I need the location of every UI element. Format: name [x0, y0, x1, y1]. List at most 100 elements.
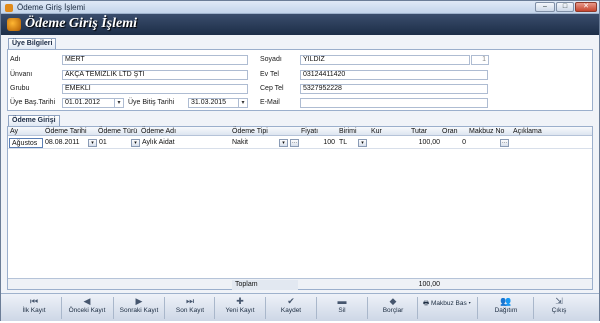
month-cell[interactable]: Ağustos	[9, 138, 43, 148]
form-title: Ödeme Giriş İşlemi	[25, 16, 137, 31]
next-icon: ▶	[135, 296, 143, 306]
name-label: Adı	[10, 56, 21, 63]
people-icon: 👥	[500, 296, 512, 306]
title-label: Ünvanı	[10, 71, 33, 78]
checkmark-icon: ✔	[287, 296, 295, 306]
last-record-button[interactable]: ⏭ Son Kayıt	[165, 296, 215, 320]
delete-label: Sil	[338, 307, 346, 314]
chevron-down-icon[interactable]: ▾	[88, 139, 97, 147]
price-cell[interactable]: 100	[301, 138, 335, 148]
ellipsis-icon[interactable]: ···	[500, 139, 509, 147]
col-unit[interactable]: Birimi	[339, 128, 357, 135]
ellipsis-icon[interactable]: ···	[290, 139, 299, 147]
previous-icon: ◀	[83, 296, 91, 306]
col-payment-type[interactable]: Ödeme Türü	[98, 128, 137, 135]
previous-record-label: Önceki Kayıt	[68, 307, 106, 314]
email-label: E-Mail	[260, 99, 280, 106]
mobile-phone-field[interactable]: 5327952228	[300, 84, 488, 94]
ratio-cell[interactable]: 0	[442, 138, 466, 148]
next-record-label: Sonraki Kayıt	[119, 307, 159, 314]
chevron-down-icon: ▾	[466, 300, 471, 307]
payment-type-cell[interactable]: 01	[99, 138, 129, 148]
delete-button[interactable]: ▬ Sil	[317, 296, 367, 320]
mobile-phone-label: Cep Tel	[260, 85, 284, 92]
application-window: Ödeme Giriş İşlemi – □ ✕ Ödeme Giriş İşl…	[0, 0, 600, 321]
form-header: Ödeme Giriş İşlemi	[1, 14, 599, 35]
first-record-button[interactable]: ⏮ İlk Kayıt	[9, 296, 59, 320]
distribution-button[interactable]: 👥 Dağıtım	[481, 296, 531, 320]
chevron-down-icon[interactable]: ▾	[358, 139, 367, 147]
end-date-field[interactable]: 31.03.2015 ▾	[188, 98, 248, 108]
member-info-panel: Adı MERT Soyadı YILDIZ 1 Ünvanı AKÇA TEM…	[7, 49, 593, 111]
print-receipt-button[interactable]: 🖶 Makbuz Bas ▾	[418, 299, 476, 323]
total-amount: 100,00	[418, 281, 440, 288]
amount-cell[interactable]: 100,00	[408, 138, 440, 148]
print-receipt-label: 🖶 Makbuz Bas ▾	[418, 299, 476, 310]
maximize-button[interactable]: □	[556, 2, 574, 12]
name-field[interactable]: MERT	[62, 55, 248, 65]
col-ratio[interactable]: Oran	[442, 128, 458, 135]
email-field[interactable]	[300, 98, 488, 108]
group-label: Grubu	[10, 85, 30, 92]
debts-button[interactable]: ◆ Borçlar	[368, 296, 418, 320]
col-payment-name[interactable]: Ödeme Adı	[141, 128, 176, 135]
unit-cell[interactable]: TL	[339, 138, 357, 148]
chevron-down-icon[interactable]: ▾	[279, 139, 288, 147]
minus-icon: ▬	[337, 296, 347, 306]
app-icon	[5, 4, 13, 12]
first-record-label: İlk Kayıt	[22, 307, 46, 314]
payment-method-cell[interactable]: Nakit	[232, 138, 278, 148]
group-field[interactable]: EMEKLİ	[62, 84, 248, 94]
distribution-label: Dağıtım	[494, 307, 518, 314]
tab-payment-entry[interactable]: Ödeme Girişi	[8, 115, 60, 126]
grid-footer: Toplam 100,00	[8, 278, 592, 290]
chevron-down-icon[interactable]: ▾	[131, 139, 140, 147]
tab-member-info[interactable]: Üye Bilgileri	[8, 38, 57, 49]
minimize-button[interactable]: –	[535, 2, 555, 12]
col-payment-method[interactable]: Ödeme Tipi	[232, 128, 268, 135]
next-record-button[interactable]: ▶ Sonraki Kayıt	[114, 296, 164, 320]
exit-button[interactable]: ⇲ Çıkış	[534, 296, 584, 320]
previous-record-button[interactable]: ◀ Önceki Kayıt	[62, 296, 112, 320]
table-row[interactable]: Ağustos 08.08.2011 ▾ 01 ▾ Aylık Aidat Na…	[8, 137, 592, 149]
col-price[interactable]: Fiyatı	[301, 128, 318, 135]
description-cell[interactable]	[513, 138, 589, 148]
save-button[interactable]: ✔ Kaydet	[266, 296, 316, 320]
printer-icon: 🖶	[423, 300, 431, 307]
payment-name-cell[interactable]: Aylık Aidat	[142, 138, 228, 148]
company-title-field[interactable]: AKÇA TEMİZLİK LTD ŞTİ	[62, 70, 248, 80]
users-icon	[7, 18, 21, 31]
surname-field[interactable]: YILDIZ	[300, 55, 470, 65]
total-label: Toplam	[232, 280, 298, 290]
new-record-button[interactable]: ✚ Yeni Kayıt	[215, 296, 265, 320]
payment-date-cell[interactable]: 08.08.2011	[45, 138, 87, 148]
last-record-label: Son Kayıt	[175, 307, 205, 314]
col-receipt-no[interactable]: Makbuz No	[469, 128, 504, 135]
chevron-down-icon[interactable]: ▾	[238, 99, 247, 107]
start-date-field[interactable]: 01.01.2012 ▾	[62, 98, 124, 108]
col-payment-date[interactable]: Ödeme Tarihi	[45, 128, 87, 135]
col-rate[interactable]: Kur	[371, 128, 382, 135]
start-date-value: 01.01.2012	[65, 99, 101, 106]
last-icon: ⏭	[185, 296, 195, 306]
surname-label: Soyadı	[260, 56, 282, 63]
member-no-field[interactable]: 1	[471, 55, 489, 65]
col-amount[interactable]: Tutar	[411, 128, 427, 135]
col-month[interactable]: Ay	[10, 128, 18, 135]
first-icon: ⏮	[29, 296, 39, 306]
rate-cell[interactable]	[371, 138, 407, 148]
chevron-down-icon[interactable]: ▾	[114, 99, 123, 107]
col-description[interactable]: Açıklama	[513, 128, 542, 135]
debts-label: Borçlar	[382, 307, 404, 314]
grid-header: Ay Ödeme Tarihi Ödeme Türü Ödeme Adı Öde…	[8, 127, 592, 136]
exit-icon: ⇲	[555, 296, 563, 306]
close-button[interactable]: ✕	[575, 2, 597, 12]
save-label: Kaydet	[280, 307, 302, 314]
plus-icon: ✚	[236, 296, 244, 306]
receipt-no-cell[interactable]	[469, 138, 499, 148]
divider	[477, 297, 478, 319]
title-bar[interactable]: Ödeme Giriş İşlemi – □ ✕	[1, 1, 599, 14]
home-phone-label: Ev Tel	[260, 71, 279, 78]
exit-label: Çıkış	[551, 307, 567, 314]
home-phone-field[interactable]: 03124411420	[300, 70, 488, 80]
